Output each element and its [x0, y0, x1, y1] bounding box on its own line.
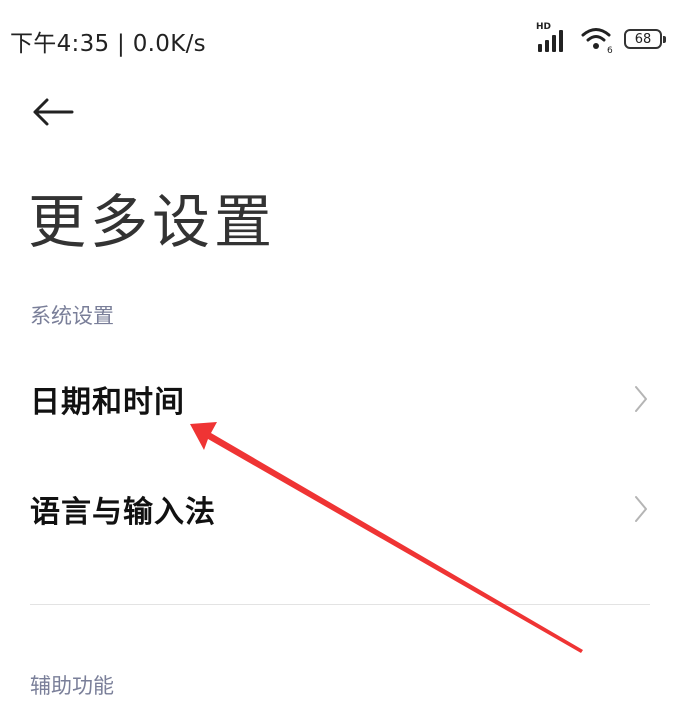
list-item-language-input[interactable]: 语言与输入法 [0, 455, 676, 563]
page-title: 更多设置 [28, 188, 277, 256]
section-header-system-settings: 系统设置 [30, 304, 114, 328]
chevron-right-icon [635, 386, 647, 412]
battery-icon: 68 [624, 29, 666, 49]
back-arrow-icon[interactable] [30, 93, 76, 131]
list-item-label: 日期和时间 [30, 385, 185, 420]
list-item-label: 语言与输入法 [30, 495, 216, 530]
cellular-signal-icon: HD [536, 22, 570, 54]
wifi-icon: 6 [581, 28, 613, 54]
section-header-accessibility: 辅助功能 [30, 674, 114, 698]
list-item-date-time[interactable]: 日期和时间 [0, 345, 676, 453]
status-icons: HD 6 68 [536, 22, 666, 56]
hd-badge: HD [536, 22, 552, 32]
chevron-right-icon [635, 496, 647, 522]
wifi-slot-label: 6 [607, 46, 613, 54]
battery-level: 68 [634, 31, 652, 47]
status-time: 下午4:35 | 0.0K/s [10, 31, 206, 57]
section-divider [30, 604, 650, 605]
status-bar: 下午4:35 | 0.0K/s HD 6 68 [0, 0, 676, 80]
